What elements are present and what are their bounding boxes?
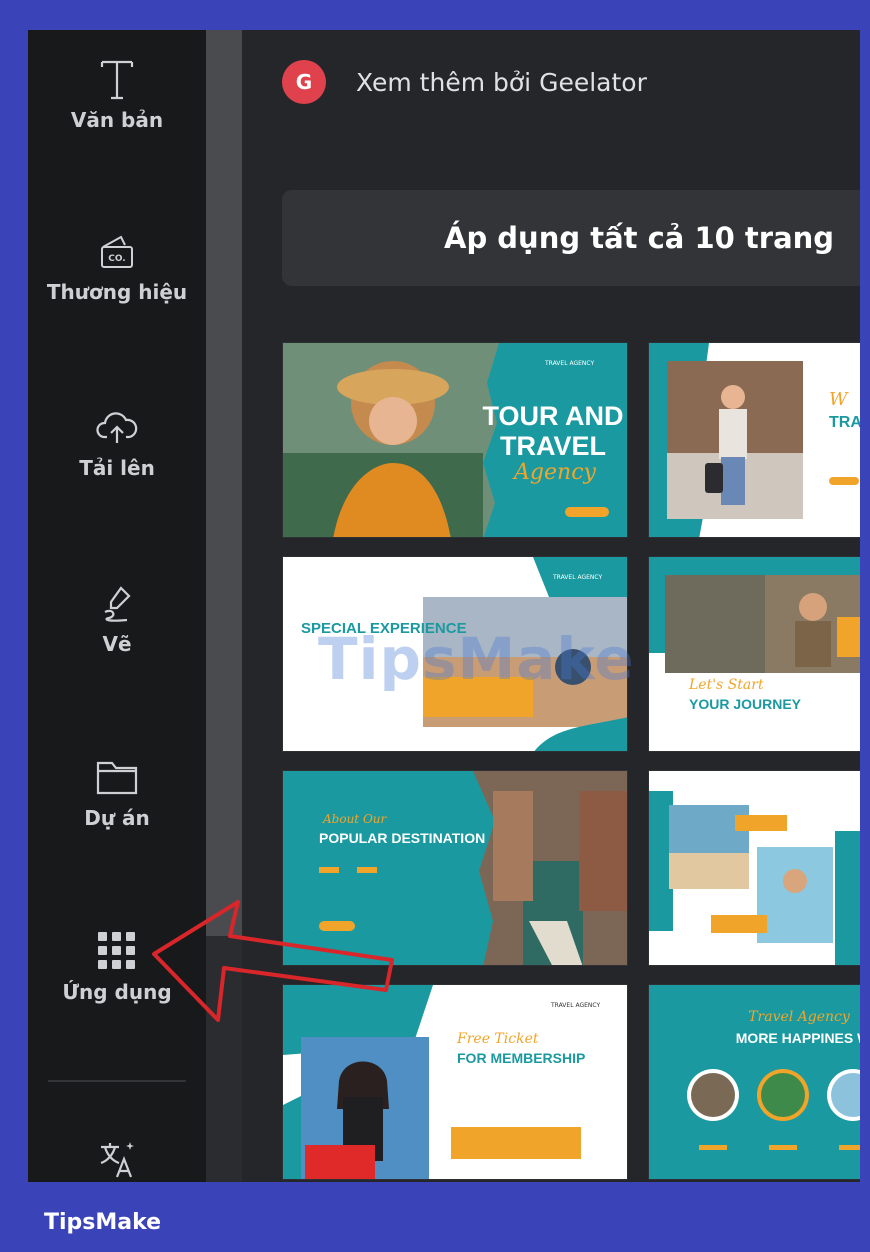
template-tile[interactable]: Travel Agency MORE HAPPINES WI bbox=[648, 984, 860, 1180]
rail-item-label: Thương hiệu bbox=[46, 280, 188, 304]
footer-brand-logo: TipsMake bbox=[44, 1210, 162, 1235]
folder-icon bbox=[94, 754, 140, 800]
author-text: Xem thêm bởi Geelator bbox=[356, 67, 647, 97]
templates-panel: G Xem thêm bởi Geelator Áp dụng tất cả 1… bbox=[242, 30, 860, 1182]
draw-icon bbox=[97, 580, 137, 626]
svg-text:MORE HAPPINES WI: MORE HAPPINES WI bbox=[736, 1030, 860, 1046]
svg-text:SPECIAL EXPERIENCE: SPECIAL EXPERIENCE bbox=[301, 620, 467, 637]
rail-item-apps[interactable]: Ứng dụng bbox=[28, 928, 206, 1004]
text-icon bbox=[99, 56, 135, 102]
rail-item-text[interactable]: Văn bản bbox=[28, 56, 206, 132]
svg-text:YOUR JOURNEY: YOUR JOURNEY bbox=[689, 696, 802, 712]
apply-all-pages-button[interactable]: Áp dụng tất cả 10 trang bbox=[282, 190, 860, 286]
svg-text:About Our: About Our bbox=[322, 812, 388, 826]
apply-all-pages-label: Áp dụng tất cả 10 trang bbox=[444, 221, 835, 255]
svg-text:TRAV: TRAV bbox=[829, 414, 860, 431]
template-tile[interactable]: W TRAV bbox=[648, 342, 860, 538]
rail-item-upload[interactable]: Tải lên bbox=[28, 404, 206, 480]
svg-text:FOR MEMBERSHIP: FOR MEMBERSHIP bbox=[457, 1050, 585, 1066]
rail-item-label: Văn bản bbox=[70, 108, 164, 132]
svg-text:CO.: CO. bbox=[108, 254, 125, 264]
rail-item-label: Ứng dụng bbox=[62, 980, 172, 1004]
rail-item-label: Dự án bbox=[84, 806, 150, 830]
svg-text:TRAVEL: TRAVEL bbox=[500, 431, 606, 461]
rail-item-translate[interactable] bbox=[28, 1136, 206, 1182]
template-tile[interactable]: TRAVEL AGENCY TOUR AND TRAVEL Agency bbox=[282, 342, 628, 538]
svg-text:Let's Start: Let's Start bbox=[688, 677, 764, 693]
rail-item-label: Vẽ bbox=[102, 632, 132, 656]
template-tile[interactable]: Let's Start YOUR JOURNEY bbox=[648, 556, 860, 752]
template-tile[interactable]: About Our POPULAR DESTINATION bbox=[282, 770, 628, 966]
rail-item-draw[interactable]: Vẽ bbox=[28, 580, 206, 656]
panel-scrollbar-thumb[interactable] bbox=[206, 30, 242, 936]
apps-grid-icon bbox=[96, 928, 138, 974]
svg-text:Agency: Agency bbox=[512, 460, 596, 485]
app-screen: Văn bản CO. Thương hiệu Tải lên Vẽ Dự án… bbox=[28, 30, 860, 1182]
rail-item-projects[interactable]: Dự án bbox=[28, 754, 206, 830]
translate-icon bbox=[97, 1136, 137, 1182]
svg-text:TRAVEL AGENCY: TRAVEL AGENCY bbox=[550, 1002, 600, 1009]
template-tile[interactable]: TRAVEL AGENCY SPECIAL EXPERIENCE bbox=[282, 556, 628, 752]
svg-text:POPULAR DESTINATION: POPULAR DESTINATION bbox=[319, 830, 485, 846]
rail-item-label: Tải lên bbox=[79, 456, 155, 480]
upload-cloud-icon bbox=[96, 404, 138, 450]
author-link[interactable]: G Xem thêm bởi Geelator bbox=[282, 60, 647, 104]
svg-text:Travel Agency: Travel Agency bbox=[748, 1009, 851, 1025]
svg-text:W: W bbox=[829, 389, 849, 410]
svg-text:TRAVEL AGENCY: TRAVEL AGENCY bbox=[544, 360, 594, 367]
left-rail: Văn bản CO. Thương hiệu Tải lên Vẽ Dự án… bbox=[28, 30, 206, 1182]
rail-divider bbox=[48, 1080, 186, 1082]
avatar: G bbox=[282, 60, 326, 104]
template-tile[interactable] bbox=[648, 770, 860, 966]
svg-text:Free Ticket: Free Ticket bbox=[456, 1031, 539, 1047]
svg-text:TOUR AND: TOUR AND bbox=[483, 401, 624, 431]
template-tile[interactable]: TRAVEL AGENCY Free Ticket FOR MEMBERSHIP bbox=[282, 984, 628, 1180]
rail-item-brand[interactable]: CO. Thương hiệu bbox=[28, 228, 206, 304]
svg-text:TRAVEL AGENCY: TRAVEL AGENCY bbox=[552, 574, 602, 581]
brand-icon: CO. bbox=[97, 228, 137, 274]
